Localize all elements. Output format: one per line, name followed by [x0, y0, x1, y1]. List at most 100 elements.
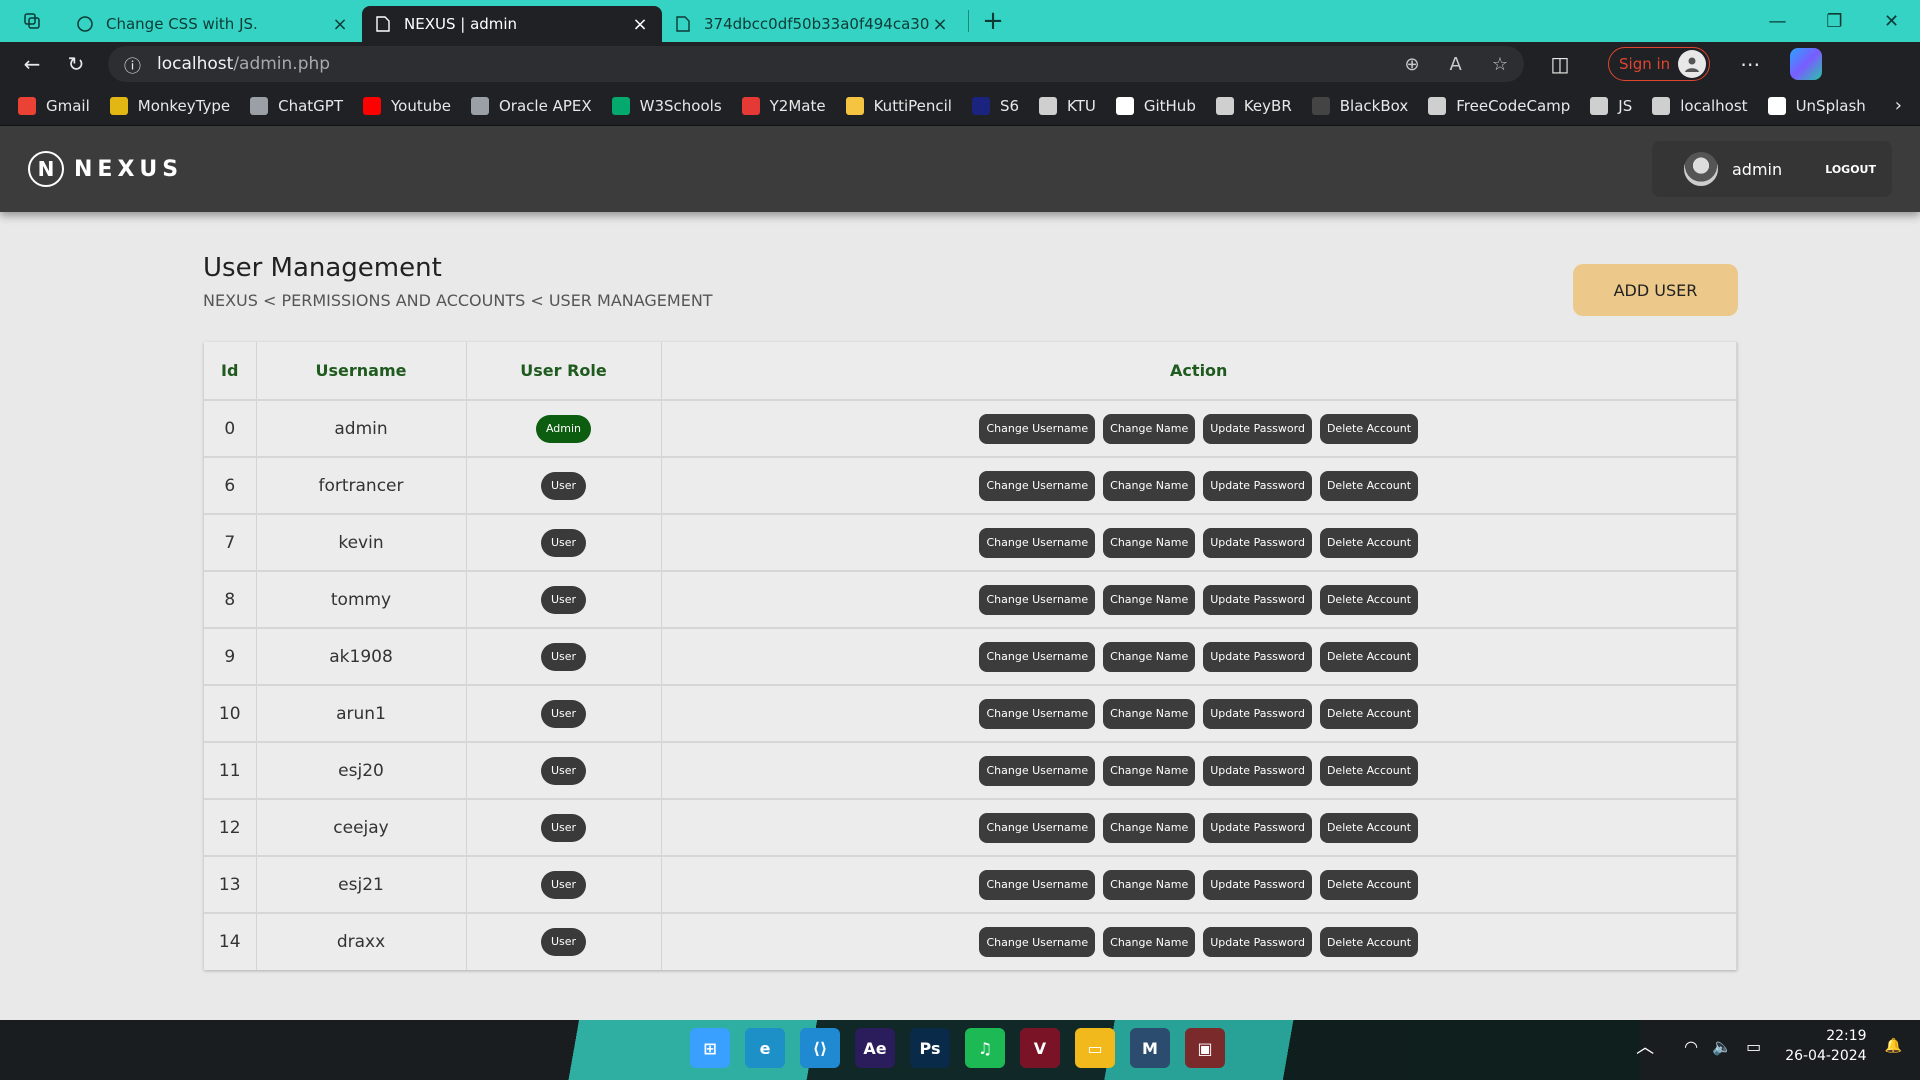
update-password-button[interactable]: Update Password [1203, 812, 1312, 843]
app-icon[interactable]: ▣ [1185, 1028, 1225, 1068]
bookmark-item[interactable]: MonkeyType [109, 96, 230, 115]
bookmark-item[interactable]: Oracle APEX [471, 96, 592, 115]
bookmark-item[interactable]: JS [1590, 96, 1632, 115]
logout-button[interactable]: LOGOUT [1825, 163, 1876, 176]
delete-account-button[interactable]: Delete Account [1319, 641, 1419, 672]
new-tab-button[interactable]: + [975, 3, 1011, 39]
change-username-button[interactable]: Change Username [979, 527, 1096, 558]
back-icon[interactable]: ← [10, 46, 54, 82]
change-name-button[interactable]: Change Name [1103, 584, 1196, 615]
copilot-icon[interactable] [1790, 48, 1823, 80]
bookmark-item[interactable]: FreeCodeCamp [1428, 96, 1570, 115]
change-username-button[interactable]: Change Username [979, 641, 1096, 672]
update-password-button[interactable]: Update Password [1203, 584, 1312, 615]
split-screen-icon[interactable]: ◫ [1538, 46, 1582, 82]
change-username-button[interactable]: Change Username [979, 755, 1096, 786]
wifi-icon[interactable]: ◠ [1684, 1037, 1698, 1056]
zoom-icon[interactable]: ⊕ [1404, 54, 1419, 75]
update-password-button[interactable]: Update Password [1203, 641, 1312, 672]
update-password-button[interactable]: Update Password [1203, 413, 1312, 444]
bookmark-item[interactable]: UnSplash [1767, 96, 1866, 115]
bookmark-item[interactable]: KuttiPencil [845, 96, 952, 115]
change-name-button[interactable]: Change Name [1103, 413, 1196, 444]
delete-account-button[interactable]: Delete Account [1319, 470, 1419, 501]
bookmark-item[interactable]: W3Schools [611, 96, 722, 115]
change-username-button[interactable]: Change Username [979, 927, 1096, 957]
more-options-icon[interactable]: ⋯ [1728, 46, 1772, 82]
spotify-icon[interactable]: ♫ [965, 1028, 1005, 1068]
delete-account-button[interactable]: Delete Account [1319, 755, 1419, 786]
close-icon[interactable]: × [330, 14, 350, 35]
update-password-button[interactable]: Update Password [1203, 755, 1312, 786]
bookmark-item[interactable]: GitHub [1115, 96, 1196, 115]
refresh-icon[interactable]: ↻ [54, 46, 98, 82]
vscode-icon[interactable]: ⟨⟩ [800, 1028, 840, 1068]
clock[interactable]: 22:19 26-04-2024 [1785, 1026, 1866, 1066]
bookmark-item[interactable]: S6 [971, 96, 1019, 115]
bookmark-item[interactable]: ChatGPT [250, 96, 343, 115]
change-username-button[interactable]: Change Username [979, 698, 1096, 729]
delete-account-button[interactable]: Delete Account [1319, 527, 1419, 558]
change-name-button[interactable]: Change Name [1103, 698, 1196, 729]
sign-in-button[interactable]: Sign in [1608, 47, 1711, 81]
favorite-star-icon[interactable]: ☆ [1492, 54, 1508, 75]
tab-nexus-admin[interactable]: NEXUS | admin × [362, 6, 662, 42]
change-username-button[interactable]: Change Username [979, 470, 1096, 501]
bookmarks-overflow-icon[interactable]: › [1895, 95, 1902, 116]
change-name-button[interactable]: Change Name [1103, 812, 1196, 843]
change-username-button[interactable]: Change Username [979, 812, 1096, 843]
update-password-button[interactable]: Update Password [1203, 527, 1312, 558]
update-password-button[interactable]: Update Password [1203, 869, 1312, 900]
site-info-icon[interactable]: ⓘ [124, 52, 141, 77]
delete-account-button[interactable]: Delete Account [1319, 413, 1419, 444]
bookmark-item[interactable]: Y2Mate [741, 96, 826, 115]
file-explorer-icon[interactable]: ▭ [1075, 1028, 1115, 1068]
chevron-up-icon[interactable]: ︿ [1636, 1033, 1654, 1059]
nexus-logo-icon[interactable]: N [28, 151, 64, 187]
change-username-button[interactable]: Change Username [979, 413, 1096, 444]
delete-account-button[interactable]: Delete Account [1319, 812, 1419, 843]
change-username-button[interactable]: Change Username [979, 584, 1096, 615]
battery-icon[interactable]: ▭ [1746, 1037, 1761, 1056]
change-name-button[interactable]: Change Name [1103, 641, 1196, 672]
change-name-button[interactable]: Change Name [1103, 927, 1196, 957]
change-name-button[interactable]: Change Name [1103, 527, 1196, 558]
bookmark-item[interactable]: Youtube [363, 96, 451, 115]
close-icon[interactable]: × [630, 14, 650, 35]
mysql-icon[interactable]: M [1130, 1028, 1170, 1068]
read-aloud-icon[interactable]: A [1450, 54, 1462, 75]
bookmark-item[interactable]: KTU [1039, 96, 1096, 115]
change-username-button[interactable]: Change Username [979, 869, 1096, 900]
photoshop-icon[interactable]: Ps [910, 1028, 950, 1068]
restore-icon[interactable]: ❐ [1806, 0, 1863, 42]
update-password-button[interactable]: Update Password [1203, 698, 1312, 729]
add-user-button[interactable]: ADD USER [1573, 264, 1738, 316]
bookmark-item[interactable]: Gmail [18, 96, 90, 115]
delete-account-button[interactable]: Delete Account [1319, 698, 1419, 729]
windows-start-icon[interactable]: ⊞ [690, 1028, 730, 1068]
volume-icon[interactable]: 🔈 [1712, 1037, 1732, 1056]
delete-account-button[interactable]: Delete Account [1319, 584, 1419, 615]
logo-text[interactable]: NEXUS [74, 157, 183, 182]
bookmark-item[interactable]: KeyBR [1215, 96, 1292, 115]
address-bar[interactable]: ⓘ localhost/admin.php ⊕ A ☆ [108, 46, 1524, 82]
bookmark-item[interactable]: localhost [1652, 96, 1748, 115]
close-icon[interactable]: × [930, 14, 950, 35]
tab-change-css[interactable]: Change CSS with JS. × [64, 6, 362, 42]
close-window-icon[interactable]: ✕ [1863, 0, 1920, 42]
tab-actions-icon[interactable] [0, 0, 64, 42]
update-password-button[interactable]: Update Password [1203, 927, 1312, 957]
notification-bell-icon[interactable]: 🔔 [1885, 1038, 1902, 1054]
update-password-button[interactable]: Update Password [1203, 470, 1312, 501]
minimize-icon[interactable]: — [1749, 0, 1806, 42]
change-name-button[interactable]: Change Name [1103, 470, 1196, 501]
tab-hash-page[interactable]: 374dbcc0df50b33a0f494ca30382 × [662, 6, 962, 42]
after-effects-icon[interactable]: Ae [855, 1028, 895, 1068]
change-name-button[interactable]: Change Name [1103, 869, 1196, 900]
bookmark-item[interactable]: BlackBox [1311, 96, 1408, 115]
vectorize-icon[interactable]: V [1020, 1028, 1060, 1068]
edge-icon[interactable]: e [745, 1028, 785, 1068]
delete-account-button[interactable]: Delete Account [1319, 869, 1419, 900]
change-name-button[interactable]: Change Name [1103, 755, 1196, 786]
delete-account-button[interactable]: Delete Account [1319, 927, 1419, 957]
